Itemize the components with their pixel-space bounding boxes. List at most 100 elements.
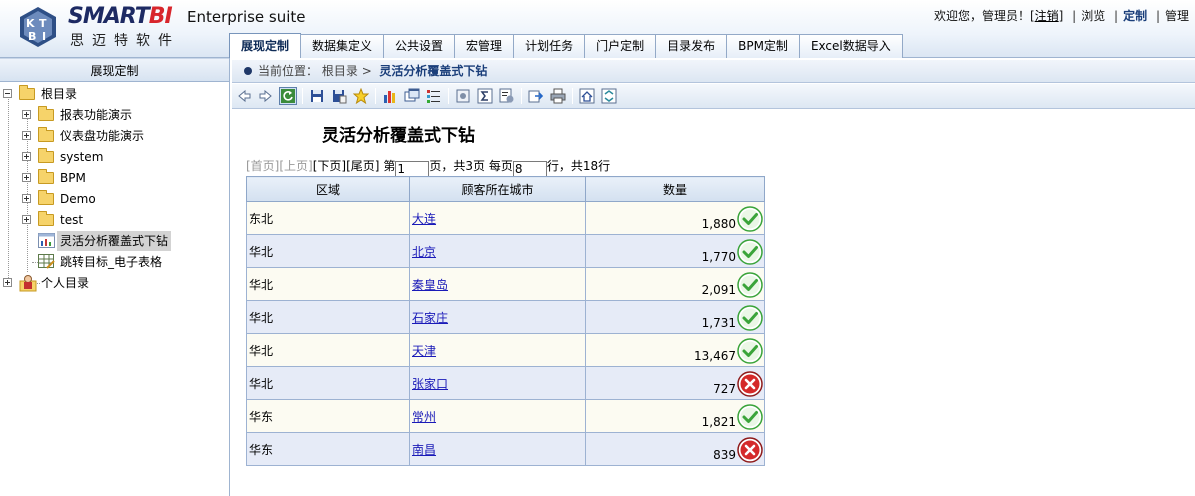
folder-icon — [38, 106, 54, 121]
per-page-prefix: 每页 — [488, 159, 513, 173]
breadcrumb: 当前位置： 根目录 > 灵活分析覆盖式下钻 — [232, 60, 1195, 83]
region-cell: 华东 — [246, 432, 410, 466]
toggle-button[interactable] — [600, 87, 618, 105]
table-row: 华北 秦皇岛 2,091 — [246, 267, 765, 301]
city-drill-link[interactable]: 张家口 — [412, 377, 448, 391]
tree-node-dashboard-demo[interactable]: 仪表盘功能演示 — [22, 126, 147, 146]
last-page-link[interactable]: [尾页] — [346, 159, 379, 173]
region-cell: 华北 — [246, 366, 410, 400]
folder-open-icon — [19, 85, 35, 100]
logout-link[interactable]: 注销 — [1035, 7, 1059, 24]
tree-node-demo[interactable]: Demo — [22, 189, 99, 209]
smartbi-logo-icon: K T B I — [20, 7, 56, 47]
breadcrumb-arrow: > — [361, 64, 372, 78]
city-drill-link[interactable]: 南昌 — [412, 443, 436, 457]
save-button[interactable] — [308, 87, 326, 105]
rows-per-page-input[interactable] — [512, 160, 547, 177]
toggle-icon — [601, 88, 617, 104]
browse-link[interactable]: 浏览 — [1081, 7, 1105, 24]
tab-2[interactable]: 公共设置 — [383, 34, 456, 58]
tree-node-spreadsheet-target[interactable]: 跳转目标_电子表格 — [38, 252, 165, 272]
column-header-city[interactable]: 顾客所在城市 — [409, 176, 586, 202]
breadcrumb-current: 灵活分析覆盖式下钻 — [379, 64, 488, 78]
forward-button[interactable] — [257, 87, 275, 105]
quantity-value: 1,731 — [701, 316, 736, 330]
save-as-button[interactable] — [330, 87, 348, 105]
tree-node-report-demo[interactable]: 报表功能演示 — [22, 105, 135, 125]
check-ok-icon — [737, 305, 763, 331]
custom-link[interactable]: 定制 — [1123, 7, 1147, 24]
city-drill-link[interactable]: 常州 — [412, 410, 436, 424]
city-cell: 秦皇岛 — [409, 267, 586, 301]
collapse-icon[interactable] — [3, 89, 12, 98]
folder-icon — [38, 169, 54, 184]
tree-node-root[interactable]: 根目录 — [3, 84, 80, 104]
save-icon — [311, 90, 323, 102]
folder-icon — [38, 190, 54, 205]
window-button[interactable] — [403, 87, 421, 105]
tab-6[interactable]: 目录发布 — [655, 34, 728, 58]
tab-5[interactable]: 门户定制 — [584, 34, 657, 58]
first-page-link[interactable]: [首页] — [246, 159, 279, 173]
back-button[interactable] — [235, 87, 253, 105]
refresh-button[interactable] — [279, 87, 297, 105]
city-drill-link[interactable]: 北京 — [412, 245, 436, 259]
column-header-quantity[interactable]: 数量 — [585, 176, 765, 202]
tree-node-personal[interactable]: 个人目录 — [3, 273, 92, 293]
sum-button[interactable] — [476, 87, 494, 105]
expand-icon[interactable] — [22, 194, 31, 203]
left-panel: 展现定制 根目录 报表功能演示 仪表盘功能演示 system BPM Demo … — [0, 58, 230, 496]
expand-icon[interactable] — [22, 152, 31, 161]
tree-node-label: 报表功能演示 — [60, 108, 133, 122]
forward-arrow-icon — [259, 89, 272, 103]
personal-folder-icon — [19, 275, 37, 292]
tree-node-flex-analysis[interactable]: 灵活分析覆盖式下钻 — [38, 231, 172, 251]
tree-node-test[interactable]: test — [22, 210, 86, 230]
home-button[interactable] — [578, 87, 596, 105]
welcome-text-end: ] — [1058, 9, 1064, 23]
page-number-input[interactable] — [395, 160, 430, 177]
brand-name-part2: BI — [148, 4, 173, 29]
parameters-button[interactable] — [498, 87, 516, 105]
column-header-region[interactable]: 区域 — [246, 176, 410, 202]
city-cell: 北京 — [409, 234, 586, 268]
page-prefix: 第 — [383, 159, 396, 173]
tree-node-label: 跳转目标_电子表格 — [60, 255, 163, 269]
city-drill-link[interactable]: 石家庄 — [412, 311, 448, 325]
favorite-button[interactable] — [352, 87, 370, 105]
tree-node-system[interactable]: system — [22, 147, 106, 167]
tab-8[interactable]: Excel数据导入 — [798, 34, 903, 58]
cross-fail-icon — [737, 371, 763, 397]
manage-link[interactable]: 管理 — [1165, 7, 1189, 24]
tab-0[interactable]: 展现定制 — [229, 33, 302, 58]
refresh-icon — [281, 89, 295, 103]
table-row: 华北 张家口 727 — [246, 366, 765, 400]
print-button[interactable] — [549, 87, 567, 105]
city-drill-link[interactable]: 秦皇岛 — [412, 278, 448, 292]
expand-icon[interactable] — [3, 278, 12, 287]
tree-node-bpm[interactable]: BPM — [22, 168, 89, 188]
favorite-star-icon — [353, 88, 369, 104]
tab-7[interactable]: BPM定制 — [726, 34, 800, 58]
export-button[interactable] — [527, 87, 545, 105]
svg-text:I: I — [42, 30, 46, 43]
breadcrumb-prefix: 当前位置： — [258, 64, 319, 78]
settings-button[interactable] — [454, 87, 472, 105]
tab-3[interactable]: 宏管理 — [454, 34, 515, 58]
quantity-value: 1,770 — [701, 250, 736, 264]
tab-1[interactable]: 数据集定义 — [300, 34, 385, 58]
product-suite-label: Enterprise suite — [187, 8, 306, 26]
prev-page-link[interactable]: [上页] — [279, 159, 312, 173]
next-page-link[interactable]: [下页] — [313, 159, 346, 173]
report-title: 灵活分析覆盖式下钻 — [322, 126, 475, 146]
chart-button[interactable] — [381, 87, 399, 105]
expand-icon[interactable] — [22, 215, 31, 224]
city-drill-link[interactable]: 天津 — [412, 344, 436, 358]
column-select-button[interactable] — [425, 87, 443, 105]
expand-icon[interactable] — [22, 110, 31, 119]
expand-icon[interactable] — [22, 131, 31, 140]
city-drill-link[interactable]: 大连 — [412, 212, 436, 226]
expand-icon[interactable] — [22, 173, 31, 182]
tab-4[interactable]: 计划任务 — [513, 34, 586, 58]
breadcrumb-root[interactable]: 根目录 — [322, 64, 358, 78]
